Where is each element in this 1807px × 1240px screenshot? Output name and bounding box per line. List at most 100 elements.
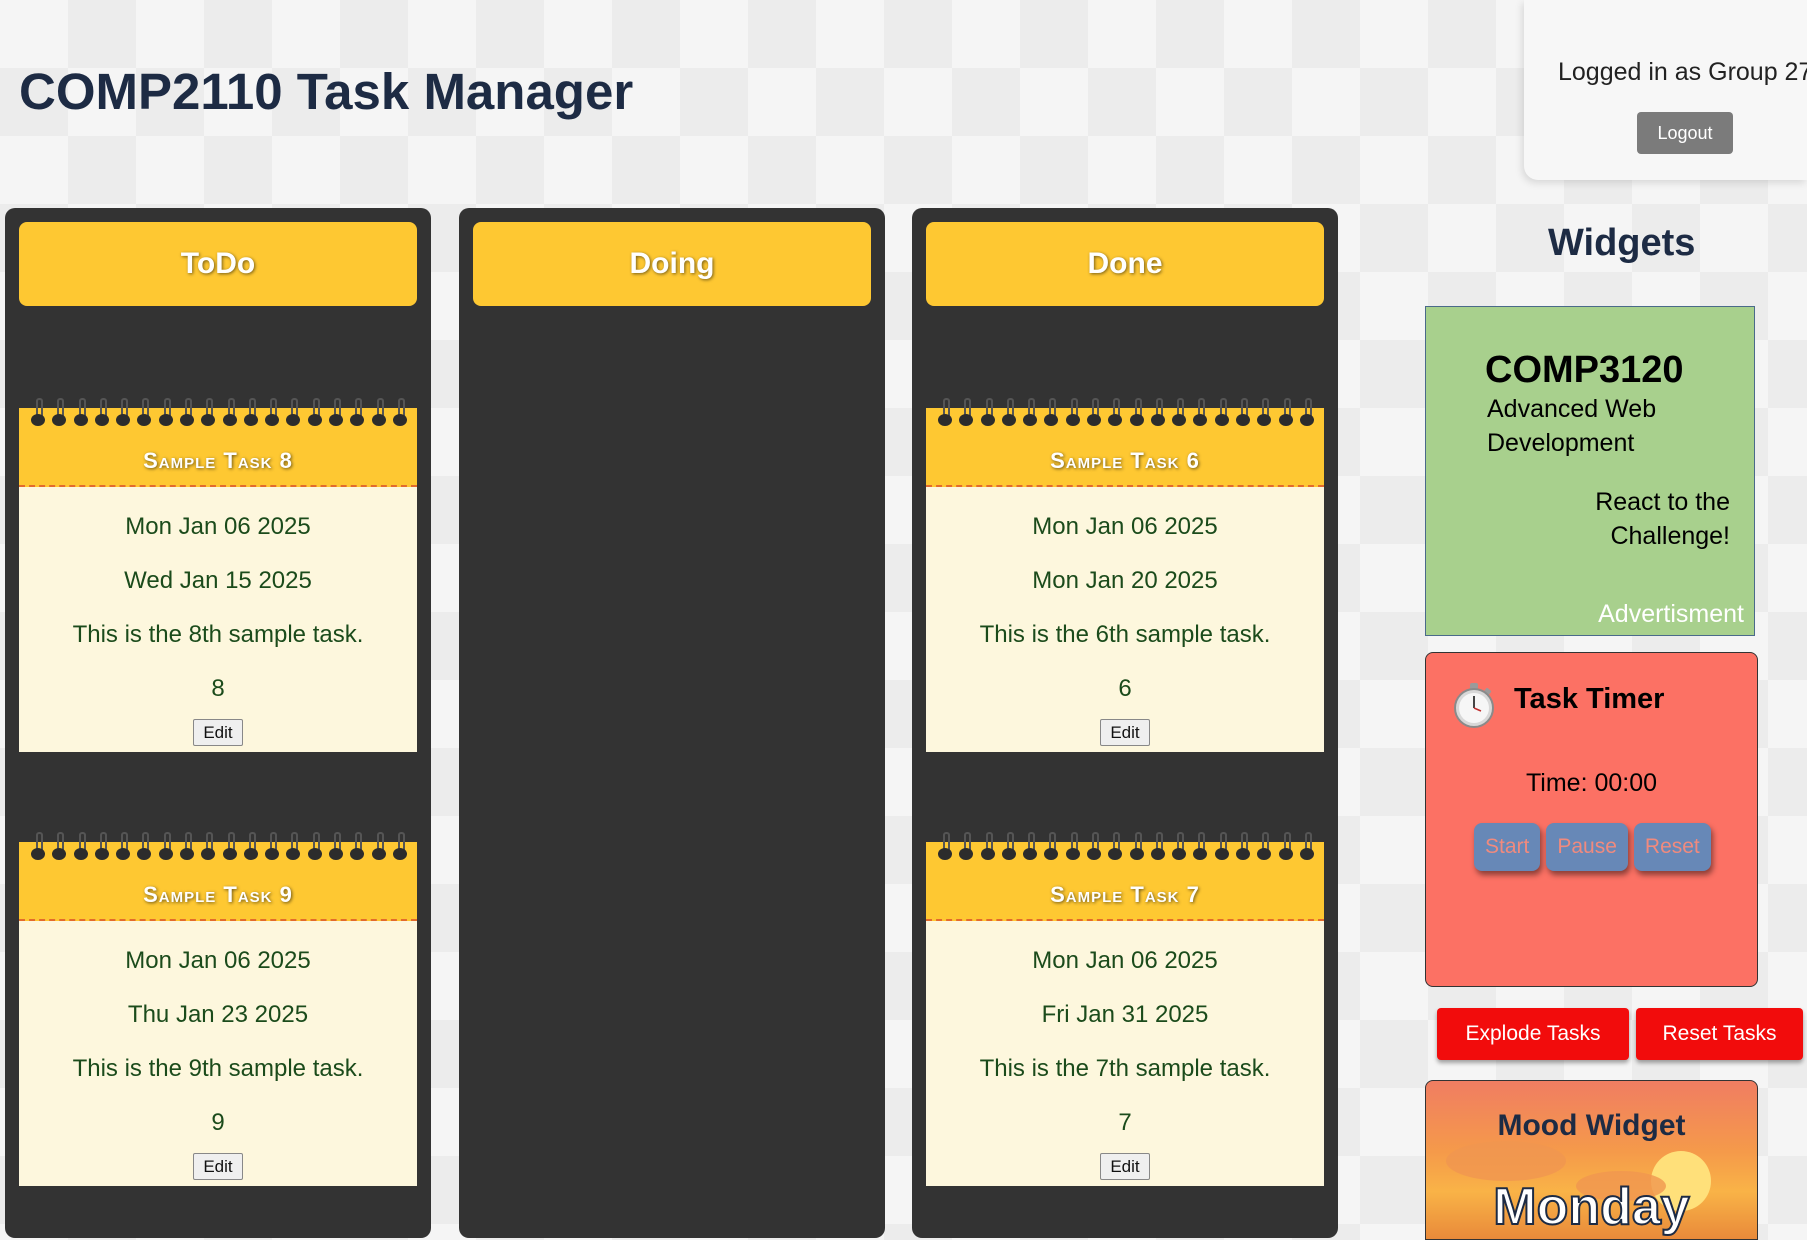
binding-ring — [328, 398, 343, 428]
binding-ring — [328, 832, 343, 862]
column-header-todo: ToDo — [19, 222, 417, 306]
binding-ring — [1023, 832, 1038, 862]
binding-ring — [350, 398, 365, 428]
binding-ring — [307, 832, 322, 862]
binding-ring — [959, 398, 974, 428]
ad-subtitle: Advanced Web Development — [1487, 392, 1656, 460]
card-header: Sample Task 7 — [926, 832, 1324, 921]
login-status: Logged in as Group 27 — [1558, 58, 1807, 86]
card-header: Sample Task 8 — [19, 398, 417, 487]
logout-button[interactable]: Logout — [1637, 112, 1733, 154]
mood-day: Monday — [1492, 1177, 1690, 1237]
binding-ring — [350, 832, 365, 862]
explode-tasks-button[interactable]: Explode Tasks — [1437, 1008, 1629, 1060]
binding-ring — [243, 832, 258, 862]
binding-ring — [1023, 398, 1038, 428]
binding-ring — [73, 398, 88, 428]
card-due-date: Thu Jan 23 2025 — [127, 1001, 309, 1028]
binding-ring — [137, 398, 152, 428]
advertisement-widget[interactable]: COMP3120 Advanced Web Development React … — [1425, 306, 1755, 636]
binding-ring — [1257, 398, 1272, 428]
spiral-binding — [938, 832, 1314, 862]
binding-ring — [1193, 398, 1208, 428]
card-due-date: Wed Jan 15 2025 — [124, 567, 312, 594]
card-start-date: Mon Jan 06 2025 — [1032, 513, 1218, 540]
binding-ring — [94, 398, 109, 428]
binding-ring — [137, 832, 152, 862]
binding-ring — [392, 398, 407, 428]
task-timer-widget: Task Timer Time: 00:00 Start Pause Reset — [1425, 652, 1758, 987]
binding-ring — [1235, 398, 1250, 428]
edit-button[interactable]: Edit — [1100, 719, 1150, 746]
ad-subtitle-line1: Advanced Web — [1487, 395, 1657, 423]
column-done: Done Sample Task 6 Mon Jan 06 2025 Mon J… — [912, 208, 1338, 1238]
binding-ring — [980, 832, 995, 862]
card-start-date: Mon Jan 06 2025 — [125, 513, 311, 540]
card-summary: This is the 6th sample task. — [979, 621, 1271, 648]
card-header: Sample Task 6 — [926, 398, 1324, 487]
reset-tasks-button[interactable]: Reset Tasks — [1636, 1008, 1803, 1060]
binding-ring — [1044, 832, 1059, 862]
edit-button[interactable]: Edit — [193, 1153, 243, 1180]
binding-ring — [201, 832, 216, 862]
card-header: Sample Task 9 — [19, 832, 417, 921]
binding-ring — [31, 832, 45, 862]
binding-ring — [307, 398, 322, 428]
binding-ring — [1172, 398, 1187, 428]
binding-ring — [959, 832, 974, 862]
binding-ring — [938, 398, 952, 428]
task-card: Sample Task 9 Mon Jan 06 2025 Thu Jan 23… — [19, 832, 417, 1186]
timer-pause-button[interactable]: Pause — [1546, 823, 1628, 871]
binding-ring — [243, 398, 258, 428]
card-summary: This is the 9th sample task. — [72, 1055, 364, 1082]
binding-ring — [1214, 832, 1229, 862]
binding-ring — [222, 398, 237, 428]
ad-course-code: COMP3120 — [1485, 349, 1684, 391]
card-summary: This is the 8th sample task. — [72, 621, 364, 648]
binding-ring — [1108, 398, 1123, 428]
binding-ring — [179, 398, 194, 428]
binding-ring — [31, 398, 45, 428]
mood-title: Mood Widget — [1497, 1109, 1686, 1142]
mood-widget: Mood Widget Monday — [1425, 1080, 1758, 1240]
card-due-date: Fri Jan 31 2025 — [1041, 1001, 1209, 1028]
card-title: Sample Task 9 — [143, 882, 293, 907]
card-priority: 7 — [1118, 1109, 1132, 1136]
binding-ring — [265, 398, 280, 428]
cloud-graphic — [1446, 1141, 1566, 1181]
binding-ring — [158, 398, 173, 428]
binding-ring — [179, 832, 194, 862]
binding-ring — [116, 832, 131, 862]
column-todo: ToDo Sample Task 8 Mon Jan 06 2025 Wed J… — [5, 208, 431, 1238]
binding-ring — [222, 832, 237, 862]
card-priority: 6 — [1118, 675, 1132, 702]
binding-ring — [1001, 832, 1016, 862]
column-header-done: Done — [926, 222, 1324, 306]
binding-ring — [158, 832, 173, 862]
edit-button[interactable]: Edit — [193, 719, 243, 746]
binding-ring — [1193, 832, 1208, 862]
timer-start-button[interactable]: Start — [1474, 823, 1541, 871]
widgets-heading: Widgets — [1548, 222, 1696, 264]
timer-reset-button[interactable]: Reset — [1633, 823, 1711, 871]
edit-button[interactable]: Edit — [1100, 1153, 1150, 1180]
ad-tagline-line2: Challenge! — [1610, 522, 1730, 550]
card-title: Sample Task 6 — [1050, 448, 1200, 473]
binding-ring — [1299, 832, 1314, 862]
binding-ring — [265, 832, 280, 862]
binding-ring — [201, 398, 216, 428]
card-start-date: Mon Jan 06 2025 — [125, 947, 311, 974]
binding-ring — [1086, 832, 1101, 862]
ad-label: Advertisment — [1598, 600, 1744, 628]
binding-ring — [73, 832, 88, 862]
binding-ring — [1044, 398, 1059, 428]
stopwatch-icon — [1454, 683, 1494, 728]
binding-ring — [938, 832, 952, 862]
task-card: Sample Task 7 Mon Jan 06 2025 Fri Jan 31… — [926, 832, 1324, 1186]
binding-ring — [1001, 398, 1016, 428]
spiral-binding — [31, 398, 407, 428]
card-summary: This is the 7th sample task. — [979, 1055, 1271, 1082]
card-priority: 9 — [211, 1109, 225, 1136]
ad-subtitle-line2: Development — [1487, 429, 1635, 457]
binding-ring — [1086, 398, 1101, 428]
